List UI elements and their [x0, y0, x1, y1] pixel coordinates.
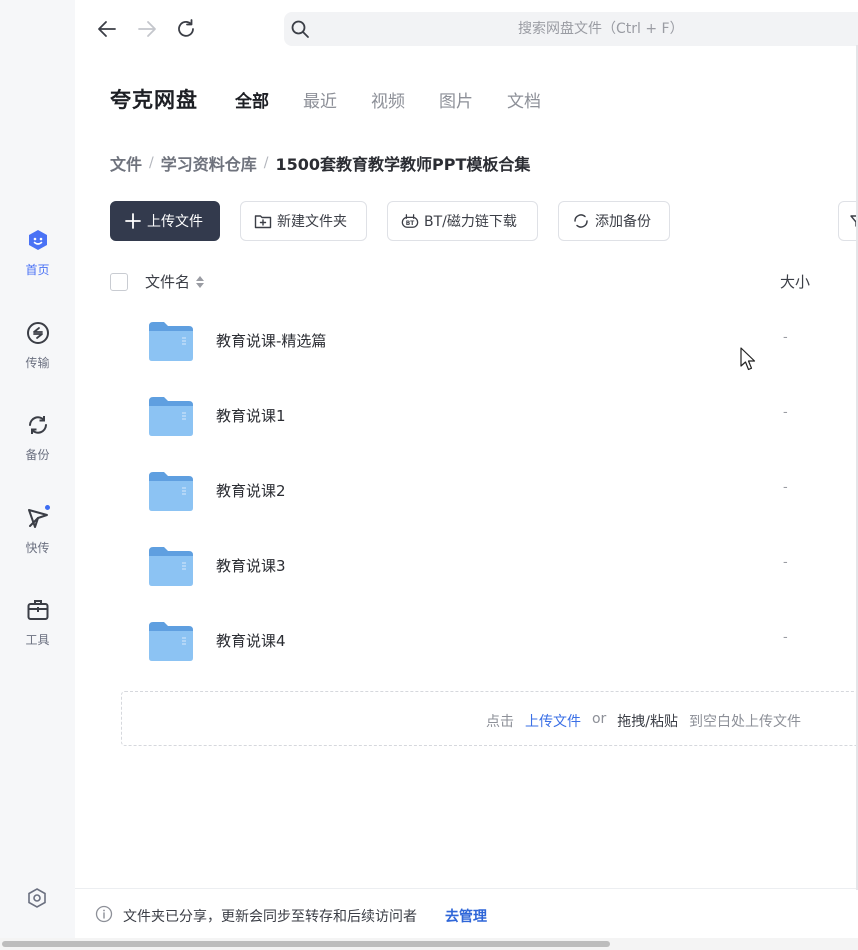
- brand-logo-text: 夸克网盘: [110, 88, 198, 112]
- dropzone-upload-link[interactable]: 上传文件: [525, 711, 581, 731]
- category-tabs: 全部 最近 视频 图片 文档: [235, 87, 575, 112]
- dropzone-or: or: [591, 711, 607, 727]
- tab-all[interactable]: 全部: [235, 87, 269, 112]
- dropzone-drag: 拖拽/粘贴: [617, 714, 678, 730]
- search-input[interactable]: [324, 12, 858, 46]
- folder-icon: [148, 395, 194, 437]
- breadcrumb: 文件 / 学习资料仓库 / 1500套教育教学教师PPT模板合集: [110, 151, 530, 175]
- dropzone-prefix: 点击: [485, 714, 514, 730]
- manage-link[interactable]: 去管理: [445, 906, 487, 926]
- forward-button[interactable]: [135, 17, 159, 41]
- sidebar-item-label: 快传: [25, 541, 50, 555]
- breadcrumb-separator: /: [263, 155, 269, 171]
- backup-sync-icon: [25, 412, 51, 438]
- table-row[interactable]: 教育说课4 -: [110, 605, 858, 680]
- column-header-name-label: 文件名: [145, 273, 191, 291]
- sidebar-item-label: 首页: [25, 263, 50, 277]
- sidebar-item-label: 备份: [25, 448, 50, 462]
- share-notice-text: 文件夹已分享，更新会同步至转存和后续访问者: [123, 909, 417, 925]
- arrow-left-icon: [98, 21, 116, 37]
- plus-icon: [124, 212, 142, 230]
- select-all-checkbox[interactable]: [110, 273, 128, 291]
- sidebar-item-label: 工具: [25, 633, 50, 647]
- refresh-button[interactable]: [174, 17, 198, 41]
- notification-dot: [43, 504, 51, 511]
- file-size: -: [783, 480, 788, 495]
- settings-icon[interactable]: [25, 886, 49, 910]
- upload-button-label: 上传文件: [147, 214, 203, 230]
- back-button[interactable]: [95, 17, 119, 41]
- svg-text:BT: BT: [406, 221, 414, 227]
- file-name: 教育说课4: [216, 632, 286, 650]
- dropzone-hint: 点击 上传文件 or 拖拽/粘贴 到空白处上传文件: [486, 711, 812, 731]
- backup-circle-icon: [572, 212, 590, 230]
- share-notice-bar: 文件夹已分享，更新会同步至转存和后续访问者 去管理: [75, 888, 858, 938]
- bt-download-label: BT/磁力链下载: [424, 214, 517, 230]
- file-size: -: [783, 405, 788, 420]
- add-backup-label: 添加备份: [595, 214, 651, 230]
- file-name: 教育说课1: [216, 407, 286, 425]
- search-bar: [284, 12, 858, 46]
- breadcrumb-item-files[interactable]: 文件: [110, 151, 142, 175]
- folder-plus-icon: [254, 212, 272, 230]
- filter-button[interactable]: [838, 201, 858, 241]
- file-size: -: [783, 330, 788, 345]
- table-row[interactable]: 教育说课2 -: [110, 455, 858, 530]
- file-size: -: [783, 630, 788, 645]
- sidebar-item-backup[interactable]: 备份: [0, 412, 75, 463]
- home-face-icon: [25, 227, 51, 253]
- toolbox-icon: [25, 597, 51, 623]
- bt-magnet-download-button[interactable]: BT BT/磁力链下载: [387, 201, 538, 241]
- table-row[interactable]: 教育说课1 -: [110, 380, 858, 455]
- folder-icon: [148, 620, 194, 662]
- upload-dropzone[interactable]: 点击 上传文件 or 拖拽/粘贴 到空白处上传文件: [121, 691, 858, 746]
- new-folder-button[interactable]: 新建文件夹: [240, 201, 367, 241]
- scrollbar-thumb[interactable]: [2, 941, 610, 947]
- column-header-size[interactable]: 大小: [780, 271, 810, 292]
- sidebar-item-label: 传输: [25, 356, 50, 370]
- file-size: -: [783, 555, 788, 570]
- sort-icon: [196, 275, 205, 288]
- breadcrumb-separator: /: [149, 155, 154, 171]
- new-folder-label: 新建文件夹: [277, 214, 347, 230]
- tab-images[interactable]: 图片: [439, 87, 473, 112]
- dropzone-suffix: 到空白处上传文件: [689, 714, 801, 730]
- sidebar-item-home[interactable]: 首页: [0, 227, 75, 278]
- folder-icon: [148, 470, 194, 512]
- bt-icon: BT: [401, 212, 419, 230]
- sidebar-item-quick-send[interactable]: 快传: [0, 504, 75, 556]
- file-name: 教育说课-精选篇: [216, 332, 327, 350]
- arrow-right-icon: [138, 21, 156, 37]
- tab-recent[interactable]: 最近: [303, 87, 337, 112]
- sidebar-item-transfer[interactable]: 传输: [0, 320, 75, 371]
- folder-icon: [148, 320, 194, 362]
- upload-button[interactable]: 上传文件: [110, 201, 220, 241]
- file-name: 教育说课3: [216, 557, 286, 575]
- table-header: 文件名 大小: [110, 268, 858, 296]
- tab-video[interactable]: 视频: [371, 87, 405, 112]
- table-row[interactable]: 教育说课3 -: [110, 530, 858, 605]
- breadcrumb-item-study-repo[interactable]: 学习资料仓库: [161, 151, 257, 175]
- file-name: 教育说课2: [216, 482, 286, 500]
- tab-documents[interactable]: 文档: [507, 87, 541, 112]
- add-backup-button[interactable]: 添加备份: [558, 201, 670, 241]
- folder-icon: [148, 545, 194, 587]
- sidebar-item-tools[interactable]: 工具: [0, 597, 75, 648]
- quick-send-icon: [25, 504, 51, 531]
- column-header-name[interactable]: 文件名: [145, 271, 205, 292]
- info-icon: [95, 905, 113, 923]
- horizontal-scrollbar[interactable]: [0, 938, 858, 950]
- sidebar: 首页 传输 备份 快传 工具: [0, 0, 75, 940]
- transfer-icon: [25, 320, 51, 346]
- breadcrumb-item-current: 1500套教育教学教师PPT模板合集: [275, 155, 531, 174]
- mouse-cursor-icon: [740, 347, 756, 371]
- refresh-icon: [178, 19, 194, 37]
- search-icon: [290, 19, 310, 39]
